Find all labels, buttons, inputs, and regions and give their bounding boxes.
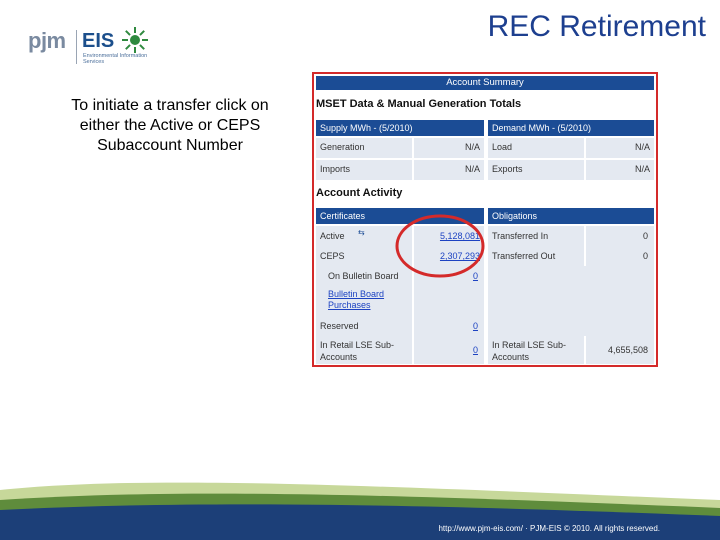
ceps-label-cell: CEPS xyxy=(316,246,412,266)
transfer-icon: ⇆ xyxy=(358,228,365,237)
account-summary-header: Account Summary xyxy=(316,76,654,90)
bulletin-label-cell: On Bulletin Board xyxy=(316,266,412,286)
transferred-out-value: 0 xyxy=(642,251,648,261)
imports-value: N/A xyxy=(464,164,480,174)
transferred-in-value-cell: 0 xyxy=(586,226,654,246)
active-label-cell: Active ⇆ xyxy=(316,226,412,246)
supply-row-value: N/A xyxy=(414,160,484,180)
retail-value-cell: 0 xyxy=(414,336,484,364)
certificates-header: Certificates xyxy=(316,208,484,224)
active-value-cell: 5,128,081 xyxy=(414,226,484,246)
retail-value-link[interactable]: 0 xyxy=(473,345,478,355)
bulletin-purchases-cell: Bulletin Board Purchases xyxy=(316,286,412,316)
in-retail-label-cell: In Retail LSE Sub-Accounts xyxy=(488,336,584,364)
transferred-in-label-cell: Transferred In xyxy=(488,226,584,246)
supply-row-label: Generation xyxy=(316,138,412,158)
generation-label: Generation xyxy=(320,142,365,152)
transferred-in-label: Transferred In xyxy=(492,231,549,241)
exports-label: Exports xyxy=(492,164,523,174)
supply-row-label: Imports xyxy=(316,160,412,180)
logo-pjm-text: pjm xyxy=(28,28,66,53)
bulletin-label: On Bulletin Board xyxy=(328,271,399,281)
ceps-value-cell: 2,307,293 xyxy=(414,246,484,266)
bulletin-purchases-link[interactable]: Bulletin Board Purchases xyxy=(328,289,398,311)
reserved-label: Reserved xyxy=(320,321,359,331)
logo-eis-text: EIS xyxy=(82,30,115,52)
retail-label-cell: In Retail LSE Sub-Accounts xyxy=(316,336,412,364)
mset-section-title: MSET Data & Manual Generation Totals xyxy=(316,98,522,110)
imports-label: Imports xyxy=(320,164,351,174)
supply-header: Supply MWh - (5/2010) xyxy=(316,120,484,136)
ceps-subaccount-link[interactable]: 2,307,293 xyxy=(440,251,480,261)
exports-value: N/A xyxy=(634,164,650,174)
transferred-out-value-cell: 0 xyxy=(586,246,654,266)
in-retail-value: 4,655,508 xyxy=(607,345,648,355)
bulletin-purchases-empty xyxy=(414,286,484,316)
obligations-empty-cell xyxy=(488,266,654,336)
logo-subtitle: Environmental Information Services xyxy=(83,53,148,65)
obligations-header: Obligations xyxy=(488,208,654,224)
transferred-out-label-cell: Transferred Out xyxy=(488,246,584,266)
transferred-in-value: 0 xyxy=(642,231,648,241)
generation-value: N/A xyxy=(464,142,480,152)
active-subaccount-link[interactable]: 5,128,081 xyxy=(440,231,480,241)
demand-row-value: N/A xyxy=(586,138,654,158)
demand-row-label: Load xyxy=(488,138,584,158)
account-summary-panel: Account Summary MSET Data & Manual Gener… xyxy=(312,72,658,367)
in-retail-label: In Retail LSE Sub-Accounts xyxy=(492,340,567,362)
slide-title: REC Retirement xyxy=(487,10,706,43)
logo-divider xyxy=(76,30,77,64)
activity-section-title: Account Activity xyxy=(316,187,403,199)
reserved-value-link[interactable]: 0 xyxy=(473,321,478,331)
bulletin-value-link[interactable]: 0 xyxy=(473,271,478,281)
demand-header: Demand MWh - (5/2010) xyxy=(488,120,654,136)
reserved-value-cell: 0 xyxy=(414,316,484,336)
instruction-text: To initiate a transfer click on either t… xyxy=(71,97,269,154)
supply-row-value: N/A xyxy=(414,138,484,158)
in-retail-value-cell: 4,655,508 xyxy=(586,336,654,364)
demand-row-value: N/A xyxy=(586,160,654,180)
bulletin-value-cell: 0 xyxy=(414,266,484,286)
transferred-out-label: Transferred Out xyxy=(492,251,556,261)
active-label: Active xyxy=(320,231,345,241)
ceps-label: CEPS xyxy=(320,251,345,261)
footer-copyright: http://www.pjm-eis.com/ · PJM-EIS © 2010… xyxy=(438,524,660,533)
load-value: N/A xyxy=(634,142,650,152)
load-label: Load xyxy=(492,142,513,152)
retail-label: In Retail LSE Sub-Accounts xyxy=(320,340,395,362)
demand-row-label: Exports xyxy=(488,160,584,180)
pjm-eis-logo: pjm EIS Environmental Information Servic… xyxy=(28,24,158,70)
reserved-label-cell: Reserved xyxy=(316,316,412,336)
sun-icon xyxy=(122,27,148,53)
